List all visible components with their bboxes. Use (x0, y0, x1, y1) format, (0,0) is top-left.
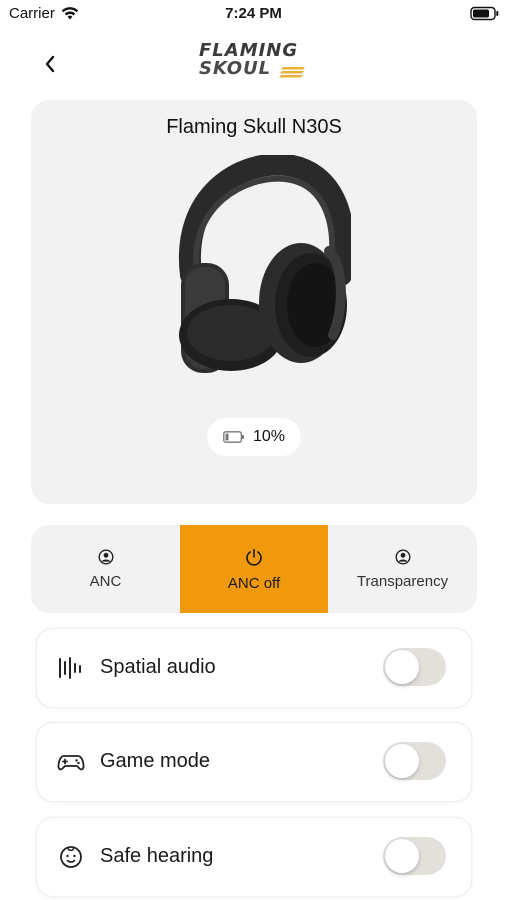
setting-spatial-audio: Spatial audio (37, 629, 471, 707)
setting-game-mode: Game mode (37, 723, 471, 801)
toggle-knob (385, 744, 419, 778)
person-icon (97, 548, 114, 565)
spatial-audio-toggle[interactable] (383, 648, 446, 686)
setting-label: Spatial audio (100, 656, 216, 678)
setting-safe-hearing: Safe hearing (37, 818, 471, 896)
device-card: Flaming Skull N30S 10% (31, 100, 477, 504)
headphones-image (178, 155, 351, 373)
safe-hearing-toggle[interactable] (383, 837, 446, 875)
person-icon (394, 548, 411, 565)
toggle-knob (385, 650, 419, 684)
noise-mode-selector: ANC ANC off Transparency (31, 525, 477, 613)
mode-label: Transparency (356, 572, 449, 590)
device-name: Flaming Skull N30S (166, 116, 342, 138)
mode-label: ANC (89, 572, 122, 590)
game-mode-toggle[interactable] (383, 742, 446, 780)
battery-indicator: 10% (207, 418, 301, 456)
mode-anc-off[interactable]: ANC off (180, 525, 328, 613)
status-bar: Carrier 7:24 PM (0, 0, 507, 28)
chevron-left-icon (45, 55, 55, 73)
brand-logo: FLAMING SKOUL (199, 42, 309, 82)
nav-bar: FLAMING SKOUL (0, 28, 507, 100)
clock: 7:24 PM (225, 5, 282, 22)
logo-stripes-icon (279, 67, 305, 78)
setting-label: Game mode (100, 750, 211, 772)
power-icon (246, 548, 262, 566)
baby-face-icon (60, 846, 82, 868)
battery-status-icon (470, 6, 499, 21)
back-button[interactable] (34, 48, 66, 80)
toggle-knob (385, 839, 419, 873)
mode-transparency[interactable]: Transparency (328, 525, 477, 613)
setting-label: Safe hearing (100, 845, 214, 867)
mode-label: ANC off (227, 574, 281, 592)
mode-anc[interactable]: ANC (31, 525, 180, 613)
gamepad-icon (57, 755, 85, 771)
battery-percent: 10% (252, 428, 286, 445)
battery-icon (223, 431, 244, 443)
waveform-icon (59, 657, 81, 679)
